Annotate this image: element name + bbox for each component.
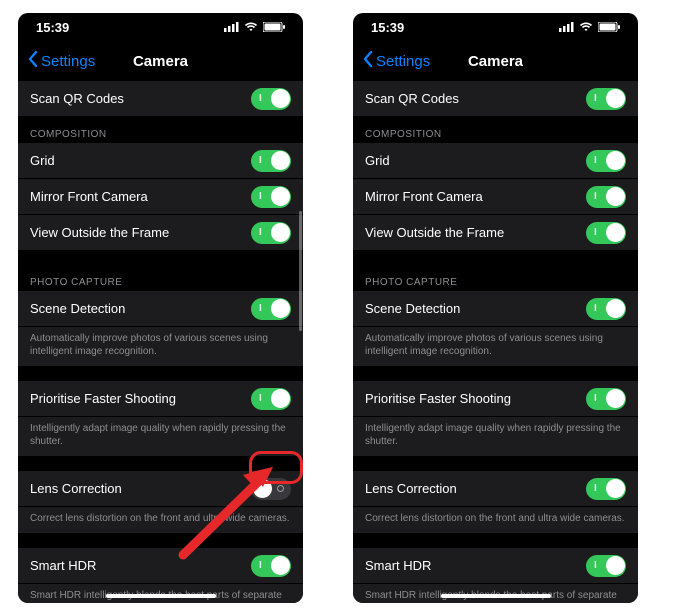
row-faster-shooting[interactable]: Prioritise Faster Shooting I	[18, 381, 303, 417]
row-view-outside[interactable]: View Outside the Frame I	[18, 215, 303, 251]
row-label: Lens Correction	[365, 481, 457, 496]
footer-faster-shooting: Intelligently adapt image quality when r…	[18, 417, 303, 457]
row-label: Grid	[365, 153, 390, 168]
row-faster-shooting[interactable]: Prioritise Faster Shooting I	[353, 381, 638, 417]
phone-right: 15:39 Settings Camera Scan QR Codes I COM…	[353, 13, 638, 603]
status-bar: 15:39	[353, 13, 638, 41]
footer-scene-detection: Automatically improve photos of various …	[353, 327, 638, 367]
chevron-left-icon	[28, 51, 38, 71]
status-bar: 15:39	[18, 13, 303, 41]
row-label: View Outside the Frame	[30, 225, 169, 240]
toggle-faster-shooting[interactable]: I	[586, 388, 626, 410]
toggle-faster-shooting[interactable]: I	[251, 388, 291, 410]
toggle-smart-hdr[interactable]: I	[251, 555, 291, 577]
nav-bar: Settings Camera	[18, 41, 303, 81]
footer-lens-correction: Correct lens distortion on the front and…	[353, 507, 638, 534]
row-mirror-front[interactable]: Mirror Front Camera I	[353, 179, 638, 215]
scroll-indicator[interactable]	[299, 211, 302, 331]
row-label: Scene Detection	[30, 301, 125, 316]
toggle-scene-detection[interactable]: I	[586, 298, 626, 320]
footer-scene-detection: Automatically improve photos of various …	[18, 327, 303, 367]
battery-icon	[598, 22, 620, 32]
wifi-icon	[579, 22, 593, 32]
row-label: Scan QR Codes	[30, 91, 124, 106]
toggle-mirror-front[interactable]: I	[586, 186, 626, 208]
section-photo-capture: PHOTO CAPTURE	[353, 265, 638, 291]
toggle-scan-qr[interactable]: I	[251, 88, 291, 110]
row-lens-correction[interactable]: Lens Correction I	[353, 471, 638, 507]
toggle-view-outside[interactable]: I	[251, 222, 291, 244]
footer-lens-correction: Correct lens distortion on the front and…	[18, 507, 303, 534]
back-label: Settings	[376, 53, 430, 70]
phone-left: 15:39 Settings Camera Scan QR Codes I COM…	[18, 13, 303, 603]
footer-faster-shooting: Intelligently adapt image quality when r…	[353, 417, 638, 457]
status-icons	[559, 22, 620, 32]
row-lens-correction[interactable]: Lens Correction	[18, 471, 303, 507]
toggle-smart-hdr[interactable]: I	[586, 555, 626, 577]
row-label: Mirror Front Camera	[365, 189, 483, 204]
nav-bar: Settings Camera	[353, 41, 638, 81]
row-smart-hdr[interactable]: Smart HDR I	[18, 548, 303, 584]
status-time: 15:39	[36, 20, 69, 35]
chevron-left-icon	[363, 51, 373, 71]
status-icons	[224, 22, 285, 32]
back-button[interactable]: Settings	[28, 51, 95, 71]
settings-list[interactable]: Scan QR Codes I COMPOSITION Grid I Mirror …	[18, 81, 303, 603]
toggle-scene-detection[interactable]: I	[251, 298, 291, 320]
section-photo-capture: PHOTO CAPTURE	[18, 265, 303, 291]
row-label: Mirror Front Camera	[30, 189, 148, 204]
nav-title: Camera	[133, 53, 188, 70]
row-smart-hdr[interactable]: Smart HDR I	[353, 548, 638, 584]
back-label: Settings	[41, 53, 95, 70]
row-scan-qr[interactable]: Scan QR Codes I	[18, 81, 303, 117]
back-button[interactable]: Settings	[363, 51, 430, 71]
row-label: Smart HDR	[365, 558, 431, 573]
row-scene-detection[interactable]: Scene Detection I	[18, 291, 303, 327]
row-label: Lens Correction	[30, 481, 122, 496]
home-indicator[interactable]	[106, 594, 216, 598]
section-composition: COMPOSITION	[353, 117, 638, 143]
row-label: Grid	[30, 153, 55, 168]
cellular-icon	[559, 22, 574, 32]
row-label: Prioritise Faster Shooting	[30, 391, 176, 406]
toggle-view-outside[interactable]: I	[586, 222, 626, 244]
row-scan-qr[interactable]: Scan QR Codes I	[353, 81, 638, 117]
toggle-mirror-front[interactable]: I	[251, 186, 291, 208]
row-label: Smart HDR	[30, 558, 96, 573]
row-mirror-front[interactable]: Mirror Front Camera I	[18, 179, 303, 215]
row-grid[interactable]: Grid I	[18, 143, 303, 179]
row-scene-detection[interactable]: Scene Detection I	[353, 291, 638, 327]
row-label: View Outside the Frame	[365, 225, 504, 240]
row-view-outside[interactable]: View Outside the Frame I	[353, 215, 638, 251]
toggle-grid[interactable]: I	[586, 150, 626, 172]
row-label: Scan QR Codes	[365, 91, 459, 106]
toggle-grid[interactable]: I	[251, 150, 291, 172]
nav-title: Camera	[468, 53, 523, 70]
battery-icon	[263, 22, 285, 32]
toggle-lens-correction[interactable]: I	[586, 478, 626, 500]
status-time: 15:39	[371, 20, 404, 35]
row-grid[interactable]: Grid I	[353, 143, 638, 179]
row-label: Scene Detection	[365, 301, 460, 316]
settings-list[interactable]: Scan QR Codes I COMPOSITION Grid I Mirror …	[353, 81, 638, 603]
toggle-scan-qr[interactable]: I	[586, 88, 626, 110]
toggle-lens-correction[interactable]	[251, 478, 291, 500]
section-composition: COMPOSITION	[18, 117, 303, 143]
home-indicator[interactable]	[441, 594, 551, 598]
wifi-icon	[244, 22, 258, 32]
cellular-icon	[224, 22, 239, 32]
row-label: Prioritise Faster Shooting	[365, 391, 511, 406]
